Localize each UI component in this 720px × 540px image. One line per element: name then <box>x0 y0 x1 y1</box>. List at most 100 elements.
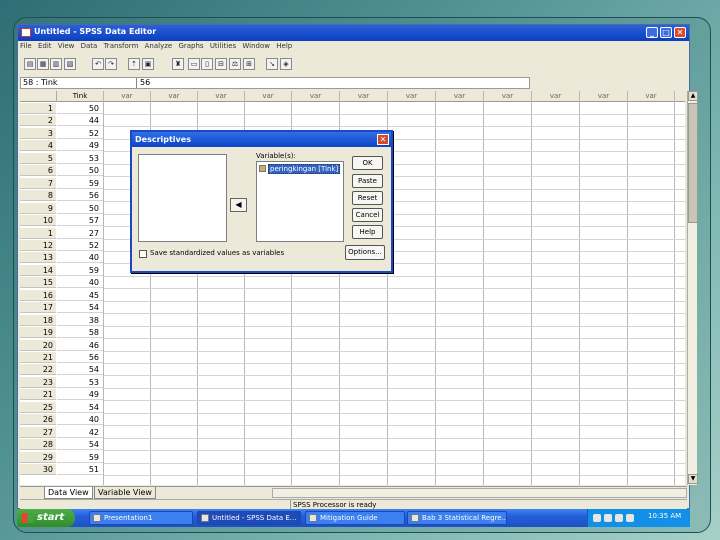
help-button[interactable]: Help <box>352 225 383 239</box>
source-variable-list[interactable] <box>138 154 227 242</box>
task-mitigation[interactable]: Mitigation Guide <box>305 511 405 525</box>
dialog-recall-icon[interactable]: ▧ <box>64 58 76 70</box>
column-header[interactable]: var <box>388 91 436 102</box>
row-number[interactable]: 21 <box>20 389 56 401</box>
table-cell-tink[interactable]: 59 <box>57 452 103 463</box>
row-number[interactable]: 13 <box>20 252 56 264</box>
task-bab3[interactable]: Bab 3 Statistical Regre... <box>407 511 507 525</box>
select-cases-icon[interactable]: ⊞ <box>243 58 255 70</box>
table-cell-tink[interactable]: 58 <box>57 327 103 339</box>
scroll-up-arrow-icon[interactable]: ▲ <box>688 91 698 101</box>
table-cell-tink[interactable]: 54 <box>57 402 103 413</box>
move-variable-button[interactable]: ◀ <box>230 198 247 212</box>
cancel-button[interactable]: Cancel <box>352 208 383 222</box>
row-number[interactable]: 15 <box>20 277 56 289</box>
menu-transform[interactable]: Transform <box>104 42 139 50</box>
table-cell-tink[interactable]: 38 <box>57 315 103 326</box>
cell-editor[interactable]: 58 : Tink 56 <box>20 77 530 89</box>
row-number[interactable]: 23 <box>20 376 56 388</box>
start-button[interactable]: start <box>17 509 75 527</box>
table-cell-tink[interactable]: 44 <box>57 115 103 127</box>
title-bar[interactable]: Untitled - SPSS Data Editor _ □ ✕ <box>18 25 689 41</box>
column-header[interactable]: var <box>245 91 292 102</box>
row-number[interactable]: 6 <box>20 165 56 177</box>
ok-button[interactable]: OK <box>352 156 383 170</box>
row-number[interactable]: 27 <box>20 426 56 438</box>
table-cell-tink[interactable]: 40 <box>57 277 103 289</box>
table-cell-tink[interactable]: 50 <box>57 203 103 214</box>
cell-value[interactable]: 56 <box>140 78 150 87</box>
tab-variable-view[interactable]: Variable View <box>94 487 156 499</box>
weight-cases-icon[interactable]: ⚖ <box>229 58 241 70</box>
table-cell-tink[interactable]: 52 <box>57 128 103 139</box>
row-number[interactable]: 29 <box>20 451 56 463</box>
column-header[interactable]: var <box>436 91 484 102</box>
row-number[interactable]: 20 <box>20 339 56 351</box>
menu-view[interactable]: View <box>58 42 75 50</box>
row-number[interactable]: 26 <box>20 414 56 426</box>
antivirus-icon[interactable] <box>615 514 623 522</box>
column-header[interactable]: var <box>580 91 628 102</box>
row-number[interactable]: 2 <box>20 115 56 127</box>
table-cell-tink[interactable]: 54 <box>57 439 103 451</box>
table-cell-tink[interactable]: 54 <box>57 302 103 314</box>
row-number[interactable]: 1 <box>20 227 56 239</box>
open-icon[interactable]: ▤ <box>24 58 36 70</box>
print-icon[interactable]: ▥ <box>50 58 62 70</box>
insert-case-icon[interactable]: ▭ <box>188 58 200 70</box>
row-number[interactable]: 22 <box>20 364 56 376</box>
goto-case-icon[interactable]: ⇡ <box>128 58 140 70</box>
volume-icon[interactable] <box>604 514 612 522</box>
row-number[interactable]: 30 <box>20 464 56 476</box>
dialog-close-button[interactable]: ✕ <box>377 134 389 145</box>
row-number[interactable]: 18 <box>20 314 56 326</box>
save-standardized-checkbox[interactable] <box>139 250 147 258</box>
task-spss[interactable]: Untitled - SPSS Data E... <box>197 511 301 525</box>
row-number[interactable]: 7 <box>20 177 56 189</box>
table-cell-tink[interactable]: 51 <box>57 464 103 476</box>
column-header[interactable]: Tink <box>57 91 104 102</box>
menu-graphs[interactable]: Graphs <box>178 42 203 50</box>
selected-variable-item[interactable]: peringkingan [Tink] <box>259 164 342 174</box>
column-header[interactable]: var <box>198 91 245 102</box>
column-header[interactable]: var <box>340 91 388 102</box>
row-number[interactable]: 17 <box>20 302 56 314</box>
table-cell-tink[interactable]: 53 <box>57 377 103 388</box>
column-header[interactable]: var <box>532 91 580 102</box>
task-presentation[interactable]: Presentation1 <box>89 511 193 525</box>
tab-data-view[interactable]: Data View <box>44 487 93 499</box>
table-cell-tink[interactable]: 54 <box>57 364 103 376</box>
table-cell-tink[interactable]: 50 <box>57 103 103 114</box>
table-cell-tink[interactable]: 40 <box>57 414 103 426</box>
variables-icon[interactable]: ▣ <box>142 58 154 70</box>
scroll-thumb[interactable] <box>688 103 698 223</box>
save-icon[interactable]: ▦ <box>37 58 49 70</box>
table-cell-tink[interactable]: 53 <box>57 153 103 164</box>
column-header[interactable]: var <box>292 91 340 102</box>
vertical-scrollbar[interactable]: ▲ ▼ <box>687 91 698 485</box>
row-number[interactable]: 16 <box>20 289 56 301</box>
table-cell-tink[interactable]: 59 <box>57 178 103 189</box>
row-number[interactable]: 21 <box>20 352 56 363</box>
options-button[interactable]: Options... <box>345 245 385 260</box>
grid-corner[interactable] <box>20 91 57 102</box>
table-cell-tink[interactable]: 46 <box>57 340 103 351</box>
row-number[interactable]: 5 <box>20 152 56 164</box>
menu-edit[interactable]: Edit <box>38 42 52 50</box>
table-cell-tink[interactable]: 59 <box>57 265 103 276</box>
row-number[interactable]: 28 <box>20 439 56 451</box>
network-icon[interactable] <box>593 514 601 522</box>
column-header[interactable]: var <box>104 91 151 102</box>
table-cell-tink[interactable]: 27 <box>57 228 103 239</box>
table-cell-tink[interactable]: 56 <box>57 190 103 202</box>
row-number[interactable]: 10 <box>20 215 56 227</box>
row-number[interactable]: 3 <box>20 127 56 139</box>
maximize-button[interactable]: □ <box>660 27 672 38</box>
column-header[interactable]: var <box>628 91 675 102</box>
table-cell-tink[interactable]: 50 <box>57 165 103 177</box>
close-button[interactable]: ✕ <box>674 27 686 38</box>
menu-help[interactable]: Help <box>276 42 292 50</box>
column-header[interactable]: var <box>484 91 532 102</box>
split-file-icon[interactable]: ⊟ <box>215 58 227 70</box>
menu-window[interactable]: Window <box>242 42 270 50</box>
